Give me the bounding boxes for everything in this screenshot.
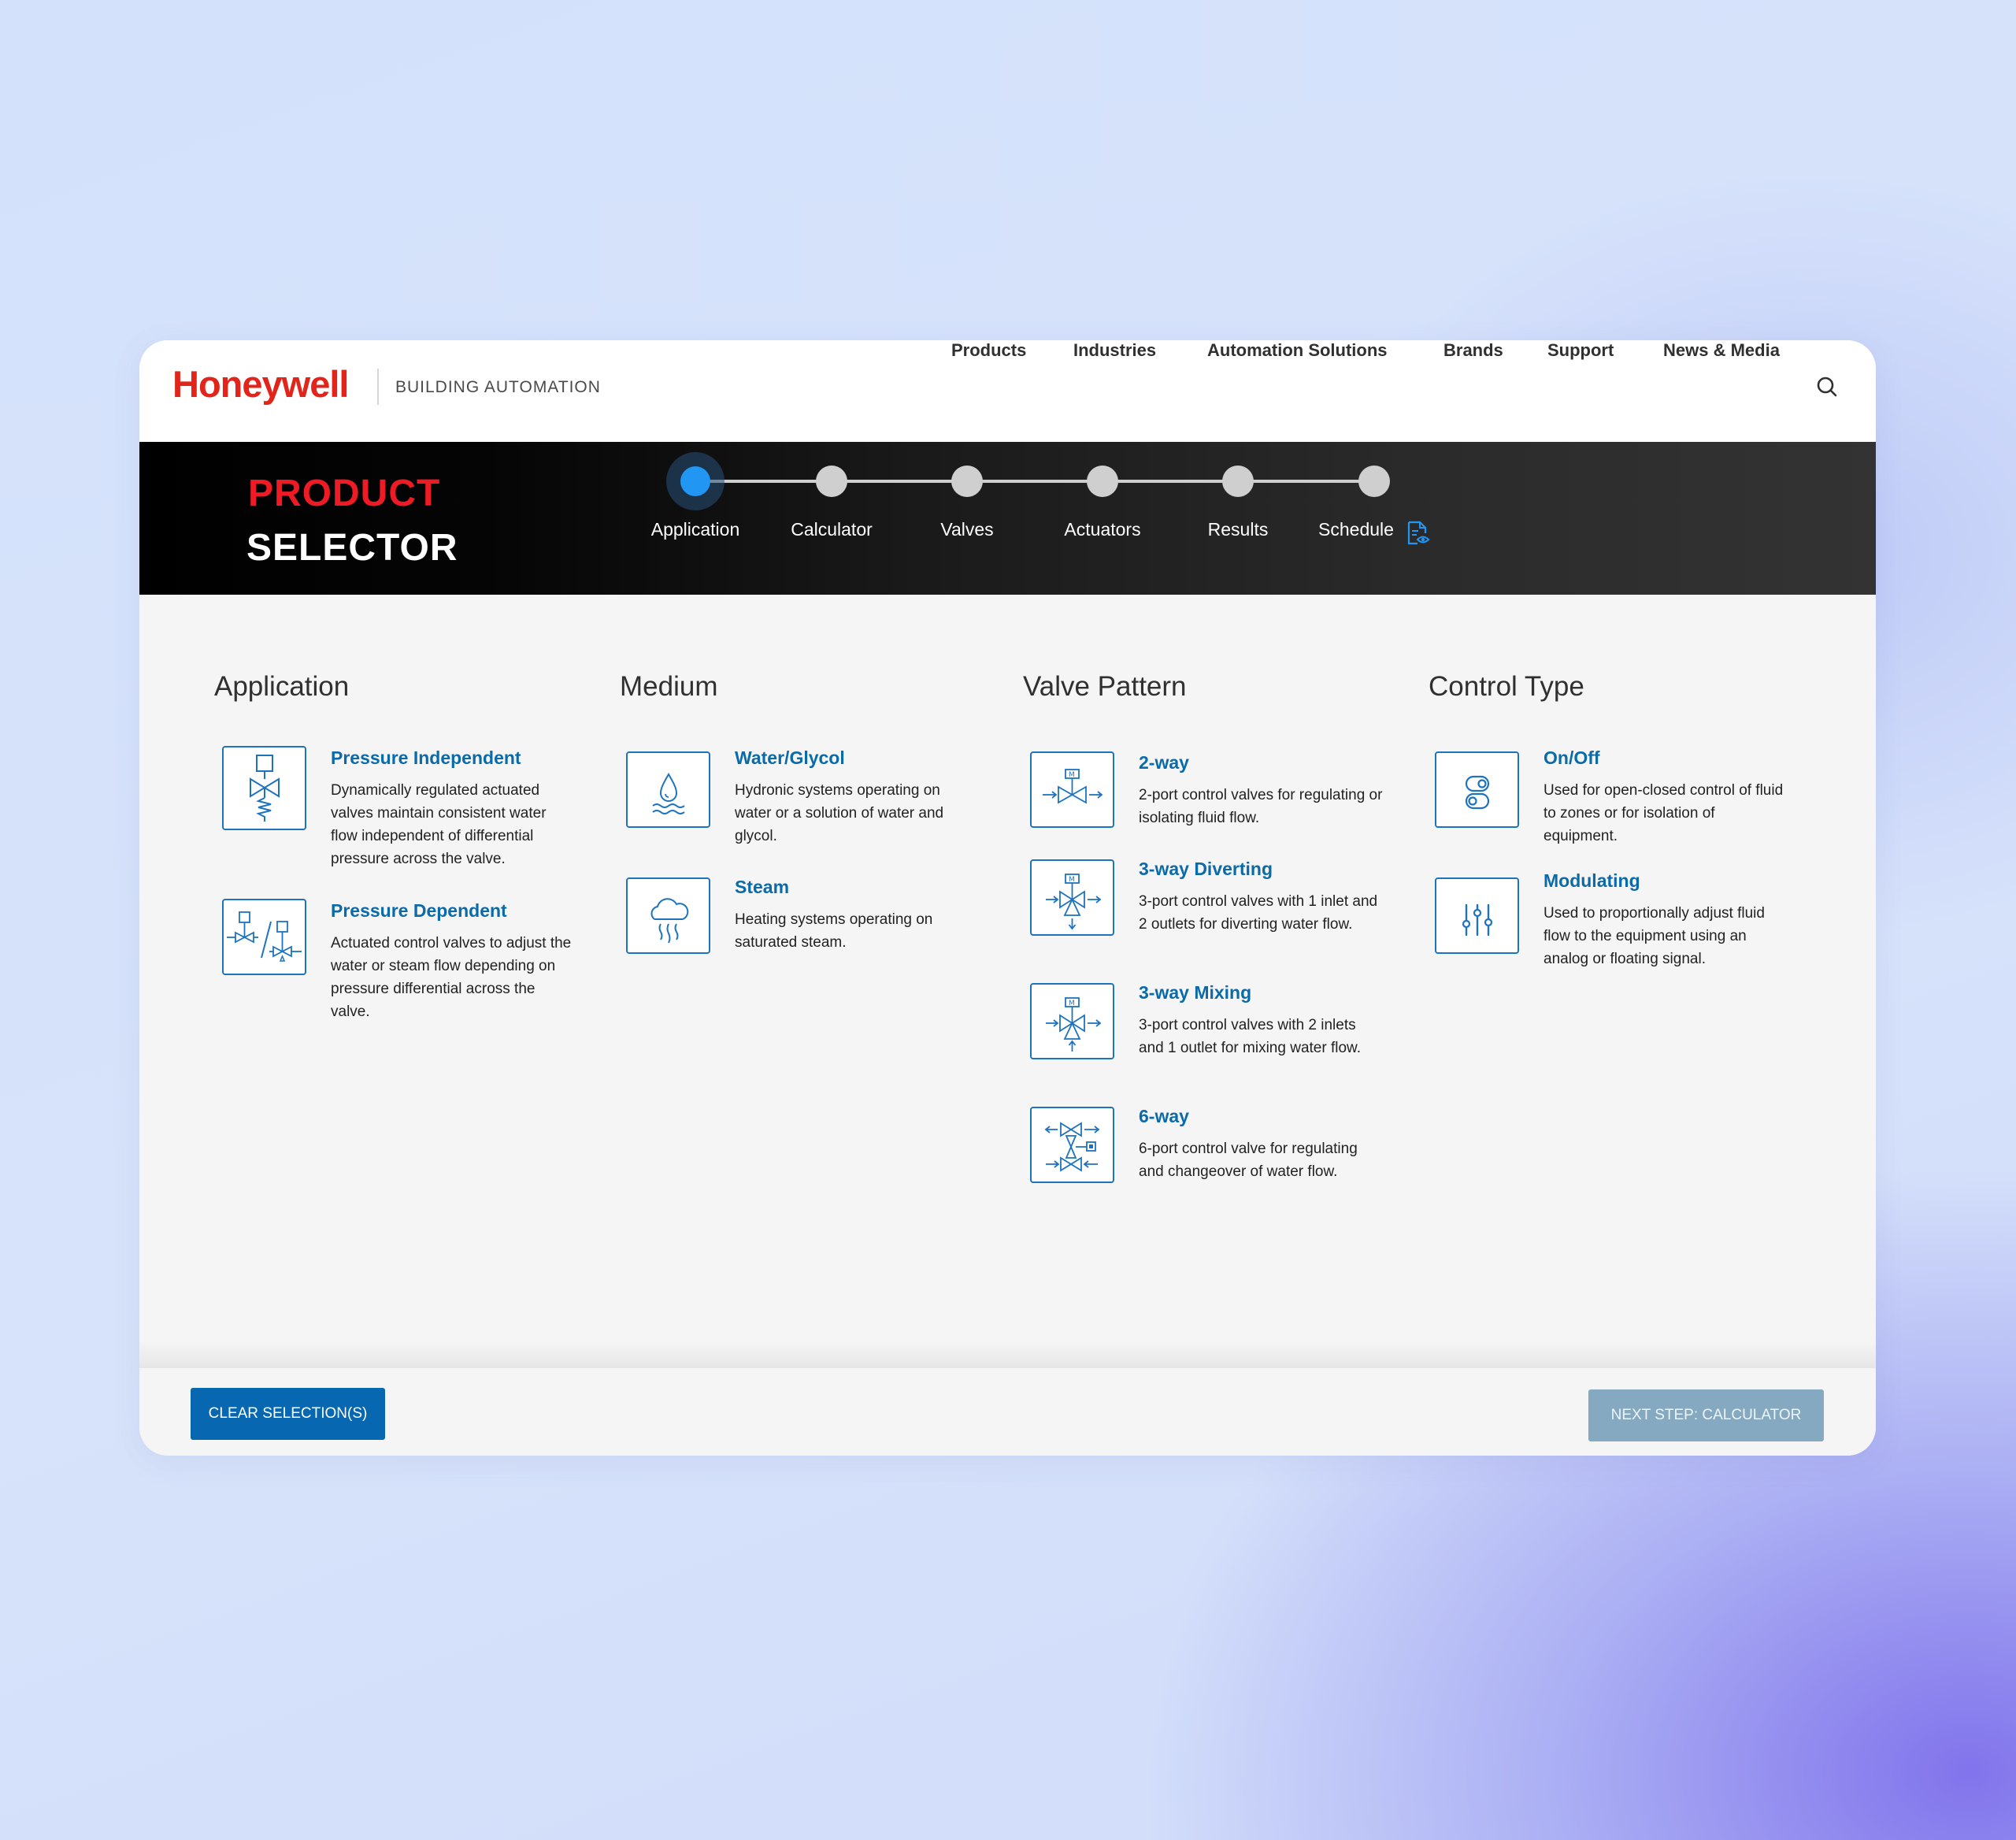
option-description: 3-port control valves with 1 inlet and 2… [1139,893,1378,933]
option-description: Used for open-closed control of fluid to… [1544,782,1784,844]
product-selector-window: Honeywell BUILDING AUTOMATION Products I… [139,340,1876,1456]
step-dot-actuators[interactable] [1087,466,1118,497]
step-label-application[interactable]: Application [651,519,740,540]
nav-products[interactable]: Products [951,340,1026,361]
column-title-valve-pattern: Valve Pattern [1023,671,1187,702]
nav-news-media[interactable]: News & Media [1663,340,1780,361]
option-title: 3-way Mixing [1139,982,1252,1003]
sliders-icon [1435,877,1519,954]
water-drop-icon [626,751,710,828]
column-title-control-type: Control Type [1429,671,1584,702]
option-description: Used to proportionally adjust fluid flow… [1544,905,1765,967]
step-label-schedule[interactable]: Schedule [1318,519,1394,540]
product-selector-banner: PRODUCT SELECTOR Application Calculator … [139,442,1876,595]
top-navigation-bar: Honeywell BUILDING AUTOMATION Products I… [139,340,1876,442]
option-2-way[interactable]: M 2-way 2-port control valves for regula… [1030,751,1392,837]
option-steam[interactable]: Steam Heating systems operating on satur… [626,875,988,962]
option-pressure-dependent[interactable]: Pressure Dependent Actuated control valv… [222,899,584,1020]
document-preview-icon[interactable] [1406,521,1430,546]
nav-industries[interactable]: Industries [1073,340,1156,361]
nav-brands[interactable]: Brands [1443,340,1503,361]
step-dot-calculator[interactable] [816,466,847,497]
svg-text:M: M [1069,876,1075,884]
three-way-diverting-valve-icon: M [1030,859,1114,936]
option-description: Heating systems operating on saturated s… [735,911,933,951]
logo-divider [377,369,379,405]
nav-support[interactable]: Support [1547,340,1614,361]
stepper-track [695,480,1378,483]
tagline: BUILDING AUTOMATION [395,378,601,396]
svg-text:M: M [1069,771,1075,779]
nav-automation-solutions[interactable]: Automation Solutions [1207,340,1388,361]
three-way-mixing-valve-icon: M [1030,983,1114,1059]
six-way-valve-icon [1030,1107,1114,1183]
option-6-way[interactable]: 6-way 6-port control valve for regulatin… [1030,1104,1392,1207]
option-on-off[interactable]: On/Off Used for open-closed control of f… [1435,746,1797,848]
option-title: Pressure Independent [331,748,521,768]
step-dot-application[interactable] [680,466,710,496]
option-water-glycol[interactable]: Water/Glycol Hydronic systems operating … [626,746,988,848]
option-title: 3-way Diverting [1139,859,1273,879]
column-title-medium: Medium [620,671,718,702]
option-title: Steam [735,877,790,897]
option-description: 2-port control valves for regulating or … [1139,787,1383,826]
option-title: Water/Glycol [735,748,845,768]
step-dot-results[interactable] [1222,466,1254,497]
search-icon[interactable] [1815,375,1839,399]
step-dot-valves[interactable] [951,466,983,497]
option-description: 6-port control valve for regulating and … [1139,1141,1358,1180]
option-description: Hydronic systems operating on water or a… [735,782,944,844]
option-description: Dynamically regulated actuated valves ma… [331,782,547,867]
step-label-actuators[interactable]: Actuators [1064,519,1140,540]
option-description: Actuated control valves to adjust the wa… [331,935,572,1020]
option-title: Pressure Dependent [331,900,507,921]
option-title: On/Off [1544,748,1600,768]
option-modulating[interactable]: Modulating Used to proportionally adjust… [1435,869,1797,971]
option-title: 6-way [1139,1106,1189,1126]
two-way-valve-icon: M [1030,751,1114,828]
option-title: Modulating [1544,870,1640,891]
footer-shadow [139,1341,1876,1372]
honeywell-logo[interactable]: Honeywell [172,362,349,406]
option-title: 2-way [1139,752,1189,773]
banner-title-product: PRODUCT [248,473,441,514]
clear-selections-button[interactable]: CLEAR SELECTION(S) [191,1388,385,1440]
pressure-dependent-valve-icon [222,899,306,975]
option-description: 3-port control valves with 2 inlets and … [1139,1017,1361,1056]
next-step-calculator-button[interactable]: NEXT STEP: CALCULATOR [1588,1389,1824,1441]
svg-text:M: M [1069,1000,1075,1007]
steam-icon [626,877,710,954]
option-3-way-diverting[interactable]: M 3-way Diverting 3-port control valves … [1030,857,1392,959]
step-dot-schedule[interactable] [1358,466,1390,497]
step-label-valves[interactable]: Valves [940,519,993,540]
step-label-results[interactable]: Results [1208,519,1269,540]
banner-title-selector: SELECTOR [246,527,458,569]
step-label-calculator[interactable]: Calculator [791,519,873,540]
column-title-application: Application [214,671,350,702]
pressure-independent-valve-icon [222,746,306,830]
toggle-icon [1435,751,1519,828]
option-3-way-mixing[interactable]: M 3-way Mixing 3-port control valves wit… [1030,981,1392,1083]
option-pressure-independent[interactable]: Pressure Independent Dynamically regulat… [222,746,584,872]
